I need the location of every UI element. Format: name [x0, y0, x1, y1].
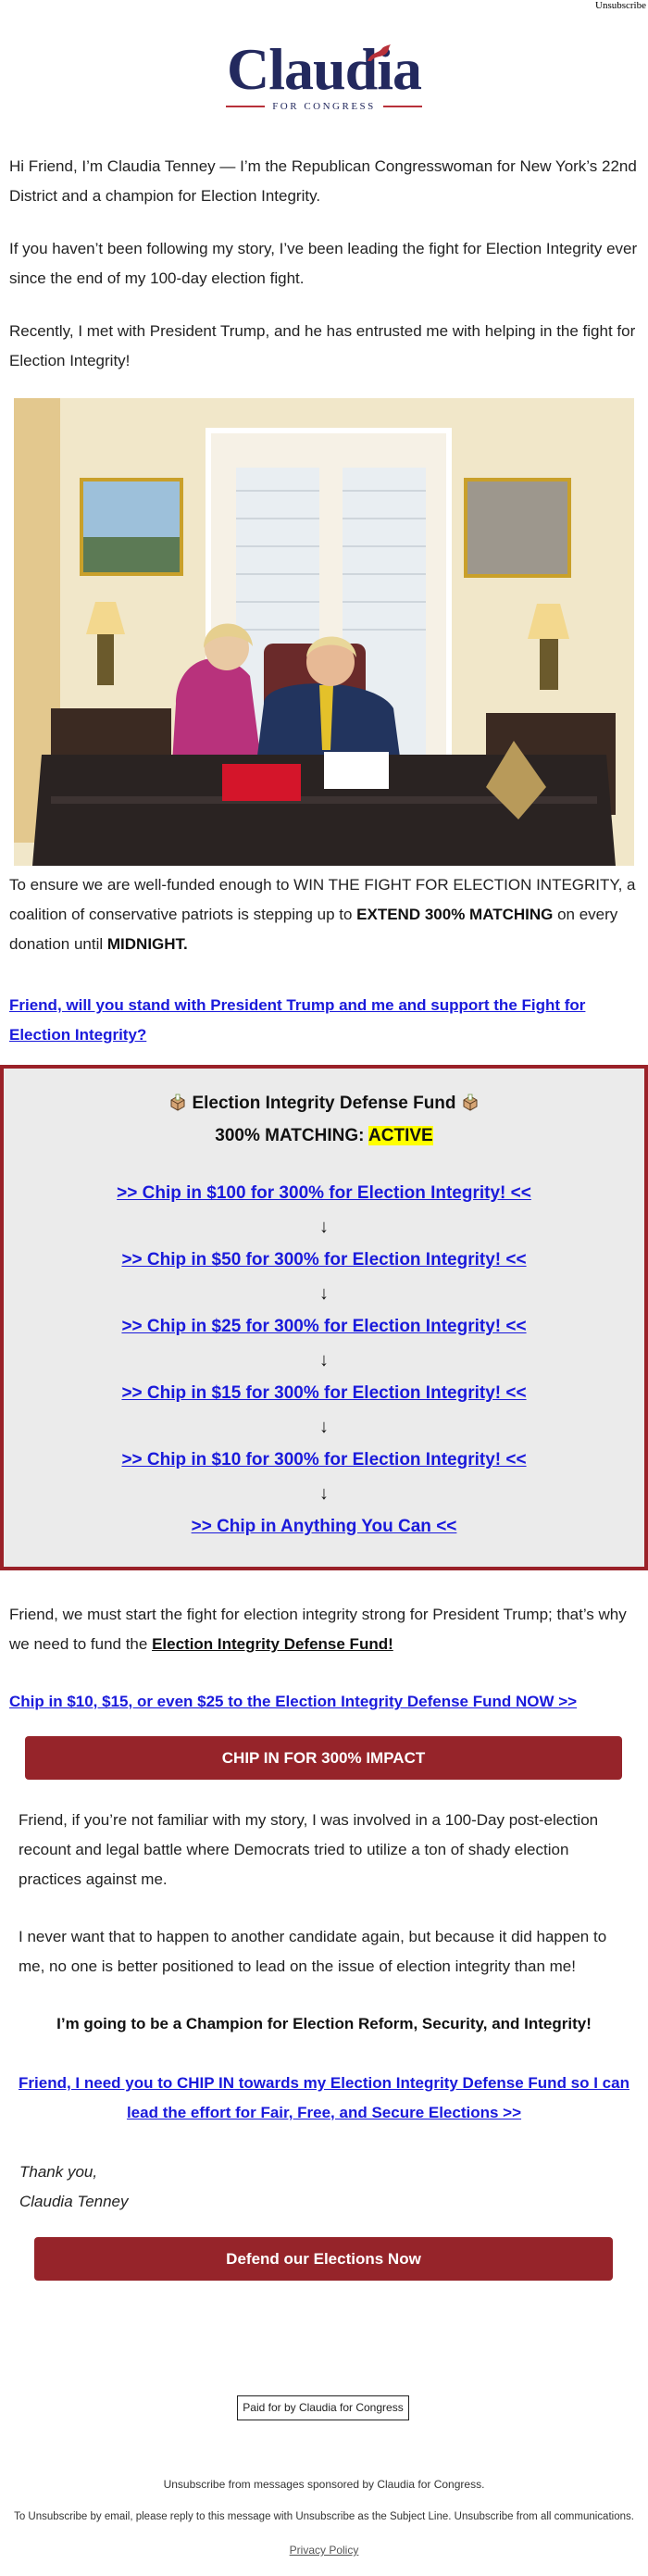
- chip-in-defense-fund-link[interactable]: Friend, I need you to CHIP IN towards my…: [19, 2074, 629, 2121]
- logo-tagline: FOR CONGRESS: [272, 101, 376, 112]
- defense-fund-link[interactable]: Election Integrity Defense Fund!: [152, 1635, 393, 1653]
- chip-in-100-link[interactable]: >> Chip in $100 for 300% for Election In…: [4, 1182, 644, 1206]
- chip-in-anything-link[interactable]: >> Chip in Anything You Can <<: [4, 1515, 644, 1539]
- funding-bold-matching: EXTEND 300% MATCHING: [356, 906, 554, 923]
- ballot-box-icon: [463, 1094, 478, 1111]
- fund-paragraph: Friend, we must start the fight for elec…: [9, 1600, 639, 1659]
- matching-status-badge: ACTIVE: [368, 1126, 433, 1145]
- chip-in-list: >> Chip in $100 for 300% for Election In…: [4, 1182, 644, 1539]
- funding-paragraph: To ensure we are well-funded enough to W…: [9, 870, 639, 959]
- election-integrity-fund-box: Election Integrity Defense Fund 300% MAT…: [0, 1065, 648, 1570]
- chip-in-defense-fund-paragraph: Friend, I need you to CHIP IN towards my…: [14, 2069, 634, 2128]
- logo-divider-right: [382, 106, 422, 107]
- champion-statement: I’m going to be a Champion for Election …: [56, 2015, 592, 2032]
- funding-bold-midnight: MIDNIGHT.: [106, 935, 188, 953]
- story-paragraph-2: I never want that to happen to another c…: [19, 1928, 607, 1975]
- intro-paragraph-1: Hi Friend, I’m Claudia Tenney — I’m the …: [9, 157, 637, 205]
- flame-icon: [368, 44, 391, 61]
- unsubscribe-sponsored-link[interactable]: Unsubscribe from messages sponsored by C…: [164, 2478, 485, 2491]
- stand-with-trump-link[interactable]: Friend, will you stand with President Tr…: [9, 996, 585, 1044]
- down-arrow-icon: ↓: [319, 1217, 329, 1237]
- unsubscribe-link[interactable]: Unsubscribe: [595, 0, 646, 11]
- chip-in-50-link[interactable]: >> Chip in $50 for 300% for Election Int…: [4, 1248, 644, 1272]
- signoff: Thank you,: [19, 2163, 98, 2181]
- chip-in-300-impact-button[interactable]: CHIP IN FOR 300% IMPACT: [25, 1736, 622, 1780]
- story-paragraph-1: Friend, if you’re not familiar with my s…: [19, 1811, 599, 1888]
- down-arrow-icon: ↓: [319, 1483, 329, 1504]
- fund-title-text: Election Integrity Defense Fund: [192, 1094, 456, 1113]
- chip-amounts-link[interactable]: Chip in $10, $15, or even $25 to the Ele…: [9, 1693, 577, 1710]
- unsubscribe-sponsored-text: Unsubscribe from messages sponsored by C…: [0, 2478, 648, 2491]
- down-arrow-icon: ↓: [319, 1417, 329, 1437]
- ballot-box-icon: [170, 1094, 185, 1111]
- chip-in-10-link[interactable]: >> Chip in $10 for 300% for Election Int…: [4, 1448, 644, 1472]
- signature: Claudia Tenney: [19, 2193, 129, 2210]
- campaign-logo: Claudia FOR CONGRESS: [213, 37, 435, 117]
- matching-status-line: 300% MATCHING: ACTIVE: [4, 1124, 644, 1148]
- down-arrow-icon: ↓: [319, 1283, 329, 1304]
- intro-paragraph-3: Recently, I met with President Trump, an…: [9, 322, 636, 369]
- intro-paragraph-2: If you haven’t been following my story, …: [9, 240, 638, 287]
- matching-label: 300% MATCHING:: [215, 1126, 369, 1145]
- chip-in-25-link[interactable]: >> Chip in $25 for 300% for Election Int…: [4, 1315, 644, 1339]
- logo-wordmark: Claudia: [227, 36, 422, 102]
- logo-divider-left: [226, 106, 266, 107]
- privacy-policy-link[interactable]: Privacy Policy: [290, 2544, 359, 2557]
- stand-with-trump-paragraph: Friend, will you stand with President Tr…: [9, 991, 639, 1050]
- privacy-policy-row: Privacy Policy: [0, 2544, 648, 2557]
- unsubscribe-email-text: To Unsubscribe by email, please reply to…: [14, 2511, 634, 2522]
- fund-title: Election Integrity Defense Fund: [4, 1092, 644, 1116]
- office-photo-illustration: [14, 398, 634, 866]
- down-arrow-icon: ↓: [319, 1350, 329, 1370]
- chip-amounts-paragraph: Chip in $10, $15, or even $25 to the Ele…: [9, 1687, 639, 1717]
- chip-in-15-link[interactable]: >> Chip in $15 for 300% for Election Int…: [4, 1382, 644, 1406]
- defend-elections-button[interactable]: Defend our Elections Now: [34, 2237, 613, 2281]
- paid-for-disclaimer: Paid for by Claudia for Congress: [237, 2395, 409, 2420]
- photo-claudia-with-trump: [14, 398, 634, 866]
- logo-tagline-row: FOR CONGRESS: [213, 99, 435, 114]
